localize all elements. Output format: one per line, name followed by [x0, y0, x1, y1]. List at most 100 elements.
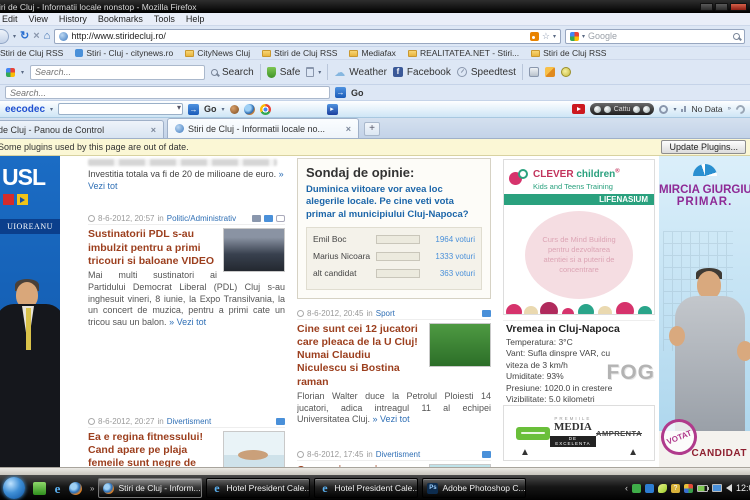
- monkey-icon[interactable]: [230, 105, 239, 114]
- player-play-icon[interactable]: [604, 106, 611, 113]
- go-arrow-icon[interactable]: →: [188, 104, 199, 115]
- back-forward-button[interactable]: [0, 29, 9, 44]
- bookmark-item[interactable]: Mediafax: [349, 48, 396, 58]
- chevron-down-icon[interactable]: ▾: [50, 106, 53, 113]
- tab-stiri-de-cluj[interactable]: Stiri de Cluj - Informatii locale no... …: [167, 118, 359, 138]
- right-ad-banner[interactable]: MIRCIA GIURGIU PRIMAR. VOTAT CANDIDAT: [659, 156, 750, 467]
- minimize-button[interactable]: [700, 3, 713, 11]
- go-arrow-icon[interactable]: →: [335, 87, 346, 98]
- calendar-icon[interactable]: [529, 67, 539, 77]
- premiile-media-logo[interactable]: PREMIILE MEDIA DE EXCELENTA: [550, 417, 596, 449]
- engine-dropdown-icon[interactable]: ▾: [582, 33, 585, 40]
- search-icon[interactable]: [733, 33, 740, 40]
- poll-option[interactable]: Emil Boc 1964 voturi: [313, 234, 475, 244]
- tray-help-icon[interactable]: ?: [671, 484, 680, 493]
- youtube-icon[interactable]: [572, 104, 585, 114]
- maximize-button[interactable]: [715, 3, 728, 11]
- player-next-icon[interactable]: [633, 106, 640, 113]
- category-link[interactable]: Sport: [376, 309, 395, 318]
- tray-leaf-icon[interactable]: [658, 484, 667, 493]
- browser-search-box[interactable]: ▾ Google: [565, 29, 745, 44]
- taskbar-button-ie-2[interactable]: e Hotel President Cale...: [314, 478, 418, 498]
- tray-app-icon[interactable]: [645, 484, 654, 493]
- addon-search-input[interactable]: [30, 65, 205, 80]
- media-player-icon[interactable]: ▸: [327, 104, 338, 115]
- tray-expand-icon[interactable]: ‹: [625, 483, 628, 493]
- rss-icon[interactable]: [530, 32, 539, 41]
- start-button[interactable]: [3, 477, 25, 499]
- close-button[interactable]: [730, 3, 747, 11]
- article-thumbnail[interactable]: [223, 431, 285, 467]
- taskbar-button-photoshop[interactable]: Ps Adobe Photoshop C...: [422, 478, 526, 498]
- safe-button[interactable]: Safe: [267, 67, 301, 78]
- chevron-down-icon[interactable]: ▾: [222, 106, 225, 113]
- clever-children-ad[interactable]: CLEVER children® Kids and Teens Training…: [503, 159, 655, 315]
- stop-icon[interactable]: ×: [33, 31, 39, 42]
- chevron-down-icon[interactable]: ▾: [673, 106, 676, 113]
- addon-search-button[interactable]: Search: [211, 67, 254, 78]
- wrench-icon[interactable]: [734, 103, 747, 116]
- bookmark-item[interactable]: Stiri de Cluj RSS: [0, 48, 63, 58]
- weather-button[interactable]: ☁Weather: [334, 66, 387, 79]
- update-plugins-button[interactable]: Update Plugins...: [661, 140, 746, 154]
- new-tab-button[interactable]: +: [364, 122, 380, 136]
- article-thumbnail[interactable]: [429, 464, 491, 467]
- tab-close-icon[interactable]: ×: [151, 125, 156, 135]
- usl-ad-banner[interactable]: USL UIOREANU: [0, 156, 60, 467]
- speedtest-button[interactable]: Speedtest: [457, 67, 516, 78]
- bookmark-item[interactable]: Stiri de Cluj RSS: [531, 48, 606, 58]
- partner-badge-icon[interactable]: [516, 427, 550, 440]
- player-prev-icon[interactable]: [594, 106, 601, 113]
- go-button[interactable]: Go: [351, 88, 364, 98]
- category-link[interactable]: Divertisment: [167, 417, 211, 426]
- vezi-tot-link[interactable]: » Vezi tot: [373, 414, 410, 424]
- tray-app-icon[interactable]: [684, 484, 693, 493]
- volume-icon[interactable]: [726, 484, 732, 492]
- player-volume-icon[interactable]: [643, 106, 650, 113]
- article-thumbnail[interactable]: [223, 228, 285, 272]
- browser-search-placeholder[interactable]: Google: [588, 31, 730, 41]
- codec-brand[interactable]: eecodec: [5, 104, 45, 115]
- bookmark-item[interactable]: REALITATEA.NET - Stiri...: [408, 48, 519, 58]
- carousel-prev-icon[interactable]: ▲: [520, 447, 530, 458]
- gear-icon[interactable]: [659, 105, 668, 114]
- firefox-icon[interactable]: [69, 482, 82, 495]
- secondary-search-input[interactable]: [5, 86, 330, 99]
- amprenta-logo[interactable]: AMPRENTA: [596, 429, 642, 438]
- vezi-tot-link[interactable]: » Vezi tot: [169, 317, 206, 327]
- taskbar-clock[interactable]: 12:0: [736, 483, 750, 493]
- menu-edit[interactable]: Edit: [2, 14, 18, 24]
- url-bar[interactable]: http://www.stiridecluj.ro/ ☆ ▾: [54, 29, 561, 44]
- article-thumbnail[interactable]: [429, 323, 491, 367]
- toolbar-dropdown-icon[interactable]: ▾: [21, 69, 24, 76]
- chevron-right-icon[interactable]: »: [728, 106, 731, 112]
- tray-app-icon[interactable]: [632, 484, 641, 493]
- tab-panou-de-control[interactable]: Stiri de Cluj - Panou de Control ×: [0, 120, 164, 138]
- tab-close-icon[interactable]: ×: [346, 124, 351, 134]
- taskbar-button-ie-1[interactable]: e Hotel President Cale...: [206, 478, 310, 498]
- chrome-icon[interactable]: [260, 104, 271, 115]
- radio-player[interactable]: Cattu: [590, 103, 655, 115]
- google-logo-icon[interactable]: [570, 32, 579, 41]
- poll-option[interactable]: Marius Nicoara 1333 voturi: [313, 251, 475, 261]
- category-link[interactable]: Divertisment: [376, 450, 420, 459]
- menu-view[interactable]: View: [29, 14, 48, 24]
- url-text[interactable]: http://www.stiridecluj.ro/: [71, 31, 527, 41]
- display-icon[interactable]: [712, 484, 722, 492]
- toolbar-logo-icon[interactable]: [6, 68, 15, 77]
- history-dropdown-icon[interactable]: ▾: [13, 33, 16, 40]
- bookmark-item[interactable]: CityNews Cluj: [185, 48, 250, 58]
- highlight-icon[interactable]: [561, 67, 571, 77]
- codec-go-button[interactable]: Go: [204, 104, 217, 114]
- battery-icon[interactable]: [697, 485, 708, 492]
- bookmark-item[interactable]: Stiri de Cluj RSS: [262, 48, 337, 58]
- codec-combobox[interactable]: [58, 103, 183, 115]
- menu-bookmarks[interactable]: Bookmarks: [98, 14, 143, 24]
- pencil-icon[interactable]: [545, 67, 555, 77]
- taskbar-button-firefox[interactable]: Stiri de Cluj - Inform...: [98, 478, 202, 498]
- carousel-next-icon[interactable]: ▲: [628, 447, 638, 458]
- quicklaunch-app-icon[interactable]: [33, 482, 46, 495]
- poll-option[interactable]: alt candidat 363 voturi: [313, 268, 475, 278]
- menu-history[interactable]: History: [59, 14, 87, 24]
- home-icon[interactable]: ⌂: [44, 31, 51, 42]
